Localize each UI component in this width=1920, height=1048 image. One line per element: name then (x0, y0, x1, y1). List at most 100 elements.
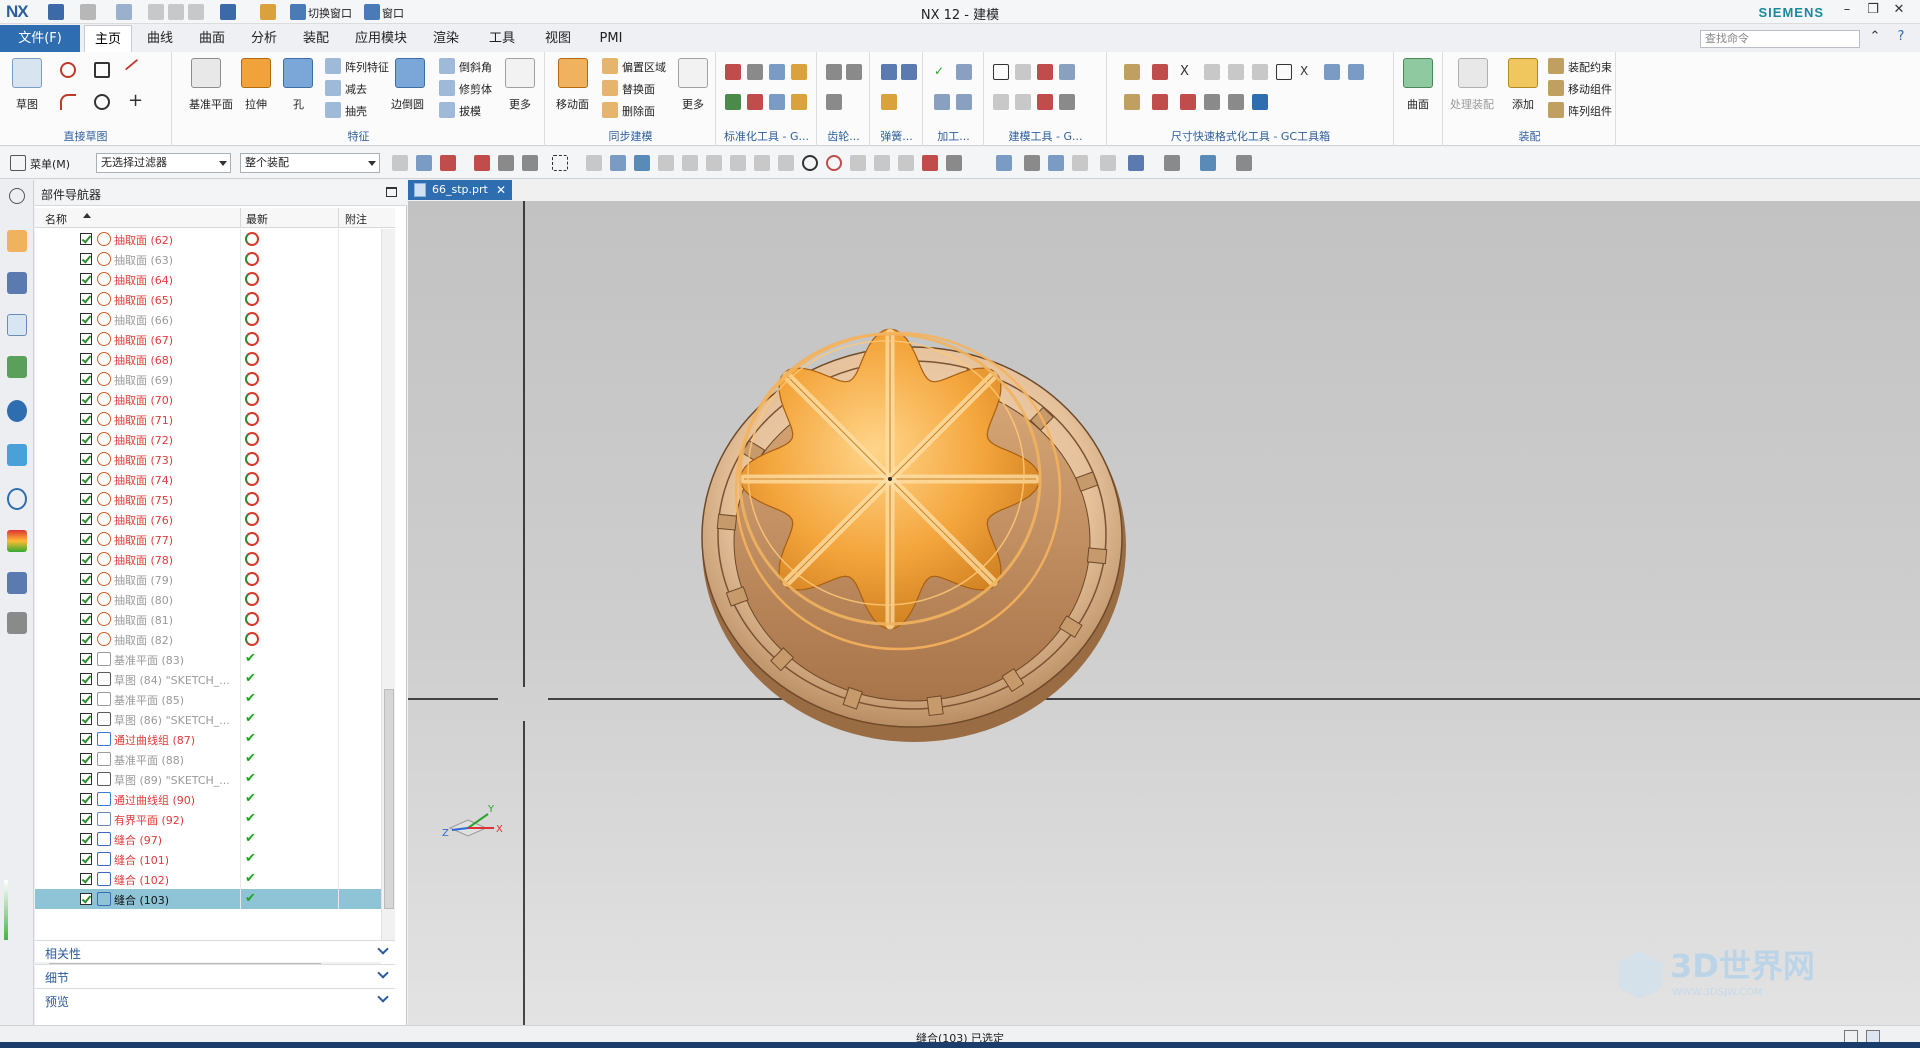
tree-row[interactable]: 抽取面 (65) (35, 289, 395, 309)
ribbon-options-icon[interactable]: ⌃ (1864, 29, 1886, 47)
column-note[interactable]: 附注 (345, 211, 367, 227)
circle-icon[interactable] (94, 94, 110, 110)
tree-row[interactable]: 抽取面 (67) (35, 329, 395, 349)
offset-region-icon[interactable] (602, 58, 618, 74)
machining-tool-1-icon[interactable]: ✓ (934, 64, 950, 80)
dim-tool-15-icon[interactable] (1228, 94, 1244, 110)
document-tab[interactable]: 66_stp.prt ✕ (408, 180, 512, 200)
move-face-icon[interactable] (558, 58, 588, 88)
view-tool-6-icon[interactable] (1128, 155, 1144, 171)
draft-button[interactable]: 拔模 (459, 103, 481, 119)
part-navigator-icon[interactable] (7, 314, 27, 336)
visibility-checkbox[interactable] (80, 313, 92, 325)
visibility-checkbox[interactable] (80, 453, 92, 465)
group-label-spring[interactable]: 弹簧... (871, 128, 922, 144)
visibility-checkbox[interactable] (80, 693, 92, 705)
add-component-icon[interactable] (1508, 58, 1538, 88)
visibility-checkbox[interactable] (80, 433, 92, 445)
dim-tool-3-icon[interactable]: X (1180, 64, 1196, 80)
view-tool-2-icon[interactable] (1024, 155, 1040, 171)
tree-row[interactable]: 抽取面 (66) (35, 309, 395, 329)
visibility-checkbox[interactable] (80, 733, 92, 745)
sketch-button[interactable]: 草图 (16, 96, 38, 112)
snap-16-icon[interactable] (946, 155, 962, 171)
gc-tool-6-icon[interactable] (747, 94, 763, 110)
line-icon[interactable] (124, 58, 148, 82)
sync-more-button[interactable]: 更多 (682, 96, 704, 112)
group-label-modeling-tools[interactable]: 建模工具 - G... (985, 128, 1106, 144)
tree-row[interactable]: 抽取面 (81) (35, 609, 395, 629)
snap-8-icon[interactable] (754, 155, 770, 171)
tree-row[interactable]: 抽取面 (75) (35, 489, 395, 509)
gear-tool-3-icon[interactable] (826, 94, 842, 110)
group-label-standard-tools[interactable]: 标准化工具 - G... (717, 128, 816, 144)
dim-tool-4-icon[interactable] (1204, 64, 1220, 80)
dim-tool-1-icon[interactable] (1124, 64, 1140, 80)
pattern-component-icon[interactable] (1548, 102, 1564, 118)
visibility-checkbox[interactable] (80, 373, 92, 385)
tree-row[interactable]: 有界平面 (92) ✔ (35, 809, 395, 829)
hd3d-tools-icon[interactable] (7, 400, 27, 422)
visibility-checkbox[interactable] (80, 713, 92, 725)
scrollbar-thumb[interactable] (384, 689, 394, 909)
dim-tool-6-icon[interactable] (1252, 64, 1268, 80)
visibility-checkbox[interactable] (80, 473, 92, 485)
tree-row[interactable]: 基准平面 (85) ✔ (35, 689, 395, 709)
tree-row[interactable]: 草图 (86) "SKETCH_... ✔ (35, 709, 395, 729)
snap-2-icon[interactable] (610, 155, 626, 171)
visibility-checkbox[interactable] (80, 593, 92, 605)
select-tool-3-icon[interactable] (440, 155, 456, 171)
select-tool-7-icon[interactable] (552, 155, 568, 171)
surface-icon[interactable] (1403, 58, 1433, 88)
column-name[interactable]: 名称 (45, 211, 67, 227)
model-view[interactable]: X Y Z 3D世界网 WWW.3DSJW.COM (408, 201, 1920, 1025)
arc-icon[interactable] (60, 94, 76, 110)
tree-row[interactable]: 缝合 (102) ✔ (35, 869, 395, 889)
replace-face-button[interactable]: 替换面 (622, 81, 655, 97)
snap-11-icon[interactable] (826, 155, 842, 171)
view-tool-4-icon[interactable] (1072, 155, 1088, 171)
group-label-dimension-tools[interactable]: 尺寸快速格式化工具 - GC工具箱 (1108, 128, 1393, 144)
dim-tool-12-icon[interactable] (1152, 94, 1168, 110)
shell-icon[interactable] (325, 102, 341, 118)
tree-row[interactable]: 抽取面 (77) (35, 529, 395, 549)
tab-render[interactable]: 渲染 (420, 25, 472, 52)
extrude-button[interactable]: 拉伸 (245, 96, 267, 112)
gear-tool-2-icon[interactable] (846, 64, 862, 80)
tab-curve[interactable]: 曲线 (136, 25, 184, 52)
pattern-feature-button[interactable]: 阵列特征 (345, 59, 389, 75)
dim-tool-16-icon[interactable] (1252, 94, 1268, 110)
graphics-viewport[interactable]: X Y Z 3D世界网 WWW.3DSJW.COM (408, 201, 1920, 1025)
gc-tool-5-icon[interactable] (725, 94, 741, 110)
feature-more-icon[interactable] (505, 58, 535, 88)
visibility-checkbox[interactable] (80, 753, 92, 765)
gc-tool-8-icon[interactable] (791, 94, 807, 110)
visibility-checkbox[interactable] (80, 893, 92, 905)
tree-row[interactable]: 抽取面 (63) (35, 249, 395, 269)
visibility-checkbox[interactable] (80, 513, 92, 525)
tree-row[interactable]: 通过曲线组 (90) ✔ (35, 789, 395, 809)
tab-view[interactable]: 视图 (532, 25, 584, 52)
visibility-checkbox[interactable] (80, 493, 92, 505)
column-latest[interactable]: 最新 (246, 211, 268, 227)
tree-row[interactable]: 抽取面 (74) (35, 469, 395, 489)
tree-row[interactable]: 草图 (84) "SKETCH_... ✔ (35, 669, 395, 689)
tree-row[interactable]: 抽取面 (72) (35, 429, 395, 449)
dim-tool-13-icon[interactable] (1180, 94, 1196, 110)
select-tool-5-icon[interactable] (498, 155, 514, 171)
sync-more-icon[interactable] (678, 58, 708, 88)
trim-body-icon[interactable] (439, 80, 455, 96)
tree-row[interactable]: 缝合 (101) ✔ (35, 849, 395, 869)
edge-blend-icon[interactable] (395, 58, 425, 88)
visibility-checkbox[interactable] (80, 393, 92, 405)
menu-icon[interactable] (10, 155, 26, 171)
tree-row[interactable]: 基准平面 (88) ✔ (35, 749, 395, 769)
add-component-button[interactable]: 添加 (1512, 96, 1534, 112)
gc-tool-4-icon[interactable] (791, 64, 807, 80)
tree-row[interactable]: 抽取面 (62) (35, 229, 395, 249)
process-studio-icon[interactable] (7, 572, 27, 594)
tab-pmi[interactable]: PMI (588, 25, 634, 52)
visibility-checkbox[interactable] (80, 413, 92, 425)
visibility-checkbox[interactable] (80, 813, 92, 825)
file-menu-button[interactable]: 文件(F) (0, 25, 80, 52)
